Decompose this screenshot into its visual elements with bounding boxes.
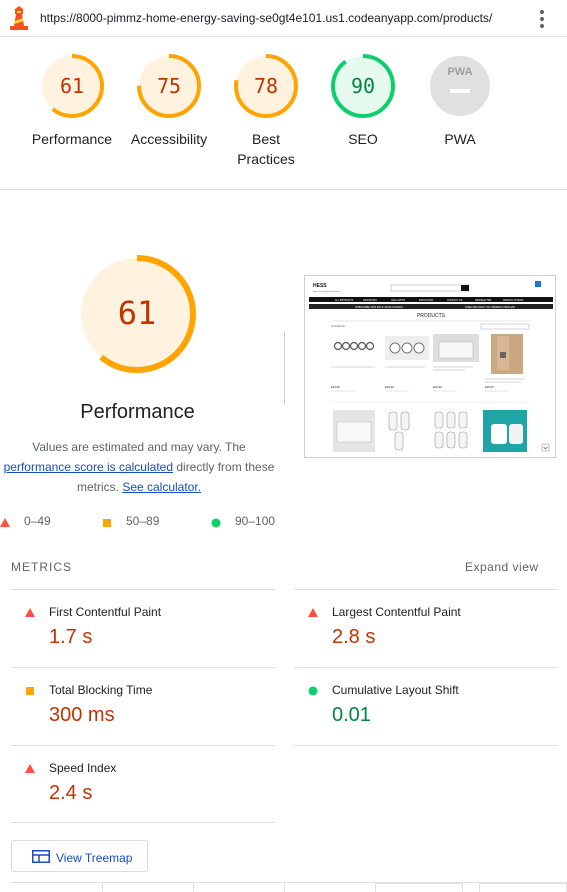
thumb-nav-item: ALL PRODUCTS: [335, 299, 354, 302]
gauge-label: Accessibility: [130, 131, 208, 147]
thumb-price: £49.99: [331, 385, 340, 389]
lighthouse-icon: [10, 6, 28, 30]
pwa-dash: [450, 89, 470, 93]
gauge-score: PWA: [447, 66, 473, 78]
gauge-score: 75: [156, 74, 182, 98]
metric-total-blocking-time: Total Blocking Time 300 ms: [11, 667, 275, 745]
thumb-price: £35.00: [485, 385, 494, 389]
thumb-nav-item: CONTACT US: [447, 299, 463, 302]
divider-vertical: [284, 332, 285, 404]
circle-icon: [308, 686, 318, 696]
gauge-label: SEO: [348, 131, 378, 147]
metric-title: First Contentful Paint: [49, 605, 162, 619]
gauge-score: 78: [253, 74, 279, 98]
legend-range: 90–100: [235, 514, 276, 528]
metric-first-contentful-paint: First Contentful Paint 1.7 s: [11, 589, 275, 667]
circle-icon: [211, 518, 221, 528]
note-text-1: Values are estimated and may vary. The: [32, 440, 246, 454]
browser-bar: https://8000-pimmz-home-energy-saving-se…: [0, 0, 567, 37]
performance-gauge: 61: [77, 254, 197, 374]
gauge-label: Performance: [31, 131, 113, 147]
metric-title: Total Blocking Time: [49, 683, 153, 697]
expand-view-toggle[interactable]: Expand view: [465, 560, 539, 574]
thumb-heading: PRODUCTS: [417, 313, 446, 319]
metrics-heading: METRICS: [11, 560, 72, 574]
metric-largest-contentful-paint: Largest Contentful Paint 2.8 s: [294, 589, 558, 667]
triangle-icon: [0, 518, 10, 527]
gauge-label: Best Practices: [237, 131, 295, 167]
gauge-label: PWA: [444, 131, 476, 147]
legend-range: 50–89: [126, 514, 160, 528]
metric-value: 2.8 s: [332, 626, 376, 648]
thumb-brand: HESS: [313, 283, 327, 289]
see-calculator-link[interactable]: See calculator.: [122, 480, 201, 494]
gauge-best-practices[interactable]: 78 Best Practices: [216, 54, 316, 169]
metrics-right-divider: [294, 745, 558, 746]
metric-value: 2.4 s: [49, 782, 93, 804]
performance-title: Performance: [80, 401, 195, 423]
thumb-nav-item: SPECIAL OFFERS: [503, 299, 524, 302]
gauge-seo[interactable]: 90 SEO: [313, 54, 413, 149]
thumb-count: 12 Products: [331, 324, 346, 328]
thumb-banner: SUBSCRIBE FOR EXCLUSIVE OFFERS: [355, 305, 403, 309]
view-treemap-button[interactable]: View Treemap: [11, 840, 148, 872]
gauge-performance[interactable]: 61 Performance: [22, 54, 122, 149]
url-text[interactable]: https://8000-pimmz-home-energy-saving-se…: [40, 11, 492, 25]
gauge-accessibility[interactable]: 75 Accessibility: [119, 54, 219, 149]
thumb-nav-item: NEWSLETTER: [475, 299, 492, 302]
metric-cumulative-layout-shift: Cumulative Layout Shift 0.01: [294, 667, 558, 745]
divider: [0, 189, 567, 190]
final-screenshot[interactable]: HESS Home Energy Saving Store ALL PRODUC…: [304, 275, 556, 458]
more-menu-icon[interactable]: [534, 10, 550, 28]
triangle-icon: [25, 608, 35, 617]
score-calculated-link[interactable]: performance score is calculated: [4, 460, 173, 474]
thumb-nav-item: RADIATORS: [363, 299, 377, 302]
metric-value: 300 ms: [49, 704, 115, 726]
metrics-bottom-divider: [11, 822, 275, 823]
gauge-pwa[interactable]: PWA PWA: [410, 54, 510, 149]
gauge-score: 61: [59, 74, 85, 98]
filmstrip: [11, 882, 567, 892]
gauge-score: 90: [350, 74, 376, 98]
metric-title: Largest Contentful Paint: [332, 605, 461, 619]
triangle-icon: [308, 608, 318, 617]
screenshot-thumbnail: HESS Home Energy Saving Store ALL PRODUC…: [305, 276, 555, 457]
thumb-price: £22.99: [433, 385, 442, 389]
view-treemap-label: View Treemap: [56, 851, 133, 865]
thumb-nav-item: LED LIGHTS: [391, 299, 405, 302]
square-icon: [103, 519, 111, 527]
metric-title: Speed Index: [49, 761, 117, 775]
thumb-price: £39.99: [385, 385, 394, 389]
metric-value: 0.01: [332, 704, 371, 726]
legend-range: 0–49: [24, 514, 51, 528]
triangle-icon: [25, 764, 35, 773]
metric-value: 1.7 s: [49, 626, 93, 648]
treemap-icon: [32, 850, 50, 863]
performance-score: 61: [117, 294, 157, 332]
gauge-arc: [430, 56, 490, 116]
metric-title: Cumulative Layout Shift: [332, 683, 459, 697]
thumb-nav-item: INSULATION: [419, 299, 433, 302]
score-note: Values are estimated and may vary. The p…: [0, 437, 278, 497]
metric-speed-index: Speed Index 2.4 s: [11, 745, 275, 823]
thumb-tagline: Home Energy Saving Store: [313, 290, 340, 293]
square-icon: [26, 687, 34, 695]
thumb-banner-2: FREE DELIVERY ON ORDERS OVER £50: [465, 305, 515, 309]
